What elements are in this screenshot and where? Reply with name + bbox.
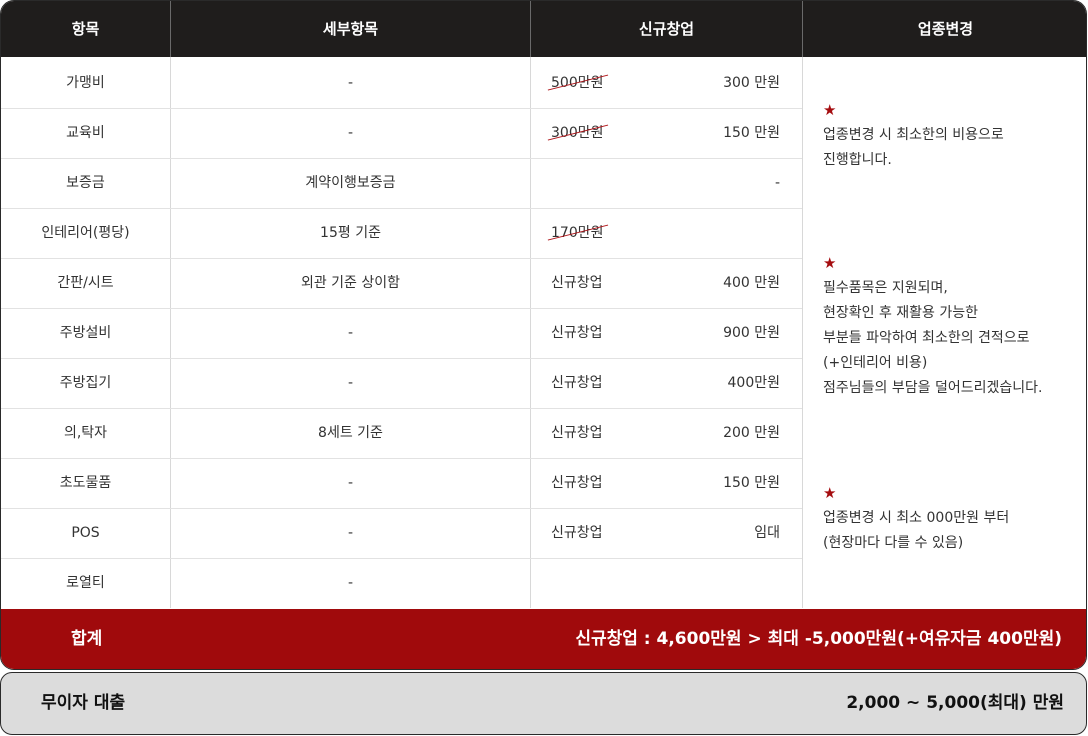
loan-row: 무이자 대출 2,000 ~ 5,000(최대) 만원 <box>0 672 1087 735</box>
star-icon: ★ <box>823 101 837 119</box>
table-row: 로열티 - <box>1 558 802 608</box>
table-row: 가맹비 - 500만원 300 만원 <box>1 58 802 108</box>
item-cell: 보증금 <box>66 175 105 191</box>
original-price-cell: 300만원 <box>551 108 603 158</box>
detail-cell: - <box>347 75 354 91</box>
header-new-startup: 신규창업 <box>638 20 695 38</box>
struck-price: 170만원 <box>551 225 604 241</box>
table-header: 항목 세부항목 신규창업 업종변경 <box>1 1 1086 57</box>
note-line: 필수품목은 지원되며, <box>823 280 948 296</box>
note-line: 업종변경 시 최소한의 비용으로 <box>823 127 1004 143</box>
row-divider <box>1 558 802 559</box>
note-line: 점주님들의 부담을 덜어드리겠습니다. <box>823 380 1043 396</box>
row-divider <box>1 408 802 409</box>
note-line: 현장확인 후 재활용 가능한 <box>823 305 979 321</box>
item-cell: 간판/시트 <box>57 275 114 291</box>
startup-type-cell: 신규창업 <box>551 308 603 358</box>
header-detail: 세부항목 <box>322 20 379 38</box>
loan-value: 2,000 ~ 5,000(최대) 만원 <box>846 693 1064 713</box>
row-divider <box>1 308 802 309</box>
price-cell: 150 만원 <box>723 475 780 491</box>
startup-type-cell: 신규창업 <box>551 508 603 558</box>
note-line: 업종변경 시 최소 000만원 부터 <box>823 510 1010 526</box>
startup-type-cell: 신규창업 <box>551 358 603 408</box>
startup-type-label: 신규창업 <box>551 375 603 391</box>
startup-type-label: 신규창업 <box>551 525 603 541</box>
original-price-cell: 500만원 <box>551 58 603 108</box>
detail-cell: - <box>347 575 354 591</box>
star-icon: ★ <box>823 254 837 272</box>
item-cell: 의,탁자 <box>63 425 108 441</box>
row-divider <box>1 358 802 359</box>
note-line: 진행합니다. <box>823 152 892 168</box>
detail-cell: - <box>347 125 354 141</box>
loan-label: 무이자 대출 <box>41 693 126 713</box>
item-cell: POS <box>71 525 100 541</box>
table-row: 교육비 - 300만원 150 만원 <box>1 108 802 158</box>
table-row: 보증금 계약이행보증금 - <box>1 158 802 208</box>
item-cell: 초도물품 <box>59 475 112 491</box>
price-cell: 200 만원 <box>723 425 780 441</box>
item-cell: 주방설비 <box>59 325 112 341</box>
startup-type-cell: 신규창업 <box>551 408 603 458</box>
table-row: POS - 신규창업 임대 <box>1 508 802 558</box>
startup-type-cell: 신규창업 <box>551 458 603 508</box>
row-divider <box>1 208 802 209</box>
startup-type-label: 신규창업 <box>551 325 603 341</box>
conversion-note-2: ★ 필수품목은 지원되며, 현장확인 후 재활용 가능한 부분들 파악하여 최소… <box>823 251 1042 401</box>
detail-cell: - <box>347 475 354 491</box>
detail-cell: 8세트 기준 <box>318 425 383 441</box>
star-icon: ★ <box>823 484 837 502</box>
row-divider <box>1 508 802 509</box>
table-row: 인테리어(평당) 15평 기준 170만원 <box>1 208 802 258</box>
detail-cell: 계약이행보증금 <box>305 175 396 191</box>
detail-cell: - <box>347 325 354 341</box>
row-divider <box>1 258 802 259</box>
detail-cell: 15평 기준 <box>320 225 381 241</box>
table-row: 의,탁자 8세트 기준 신규창업 200 만원 <box>1 408 802 458</box>
price-cell: - <box>774 175 780 191</box>
detail-cell: - <box>347 525 354 541</box>
startup-type-cell: 신규창업 <box>551 258 603 308</box>
startup-type-label: 신규창업 <box>551 425 603 441</box>
price-cell: 400 만원 <box>723 275 780 291</box>
row-divider <box>1 158 802 159</box>
note-line: (+인테리어 비용) <box>823 355 928 371</box>
detail-cell: - <box>347 375 354 391</box>
item-cell: 로열티 <box>66 575 105 591</box>
detail-cell: 외관 기준 상이함 <box>300 275 401 291</box>
item-cell: 교육비 <box>66 125 105 141</box>
conversion-note-3: ★ 업종변경 시 최소 000만원 부터 (현장마다 다를 수 있음) <box>823 481 1009 556</box>
price-cell: 900 만원 <box>723 325 780 341</box>
note-line: (현장마다 다를 수 있음) <box>823 535 964 551</box>
item-cell: 가맹비 <box>66 75 105 91</box>
table-row: 주방집기 - 신규창업 400만원 <box>1 358 802 408</box>
total-value: 신규창업 : 4,600만원 > 최대 -5,000만원(+여유자금 400만원… <box>575 629 1062 649</box>
conversion-note-1: ★ 업종변경 시 최소한의 비용으로 진행합니다. <box>823 98 1004 173</box>
price-cell: 400만원 <box>727 375 780 391</box>
price-cell: 임대 <box>754 525 780 541</box>
item-cell: 인테리어(평당) <box>41 225 130 241</box>
column-divider <box>802 57 803 608</box>
cost-table: 항목 세부항목 신규창업 업종변경 가맹비 - 500만원 300 만원교육비 - 300… <box>0 0 1087 670</box>
item-cell: 주방집기 <box>59 375 112 391</box>
row-divider <box>1 108 802 109</box>
row-divider <box>1 458 802 459</box>
table-row: 초도물품 - 신규창업 150 만원 <box>1 458 802 508</box>
table-row: 주방설비 - 신규창업 900 만원 <box>1 308 802 358</box>
table-row: 간판/시트 외관 기준 상이함 신규창업 400 만원 <box>1 258 802 308</box>
header-conversion: 업종변경 <box>917 20 974 38</box>
total-label: 합계 <box>71 629 103 649</box>
struck-price: 500만원 <box>551 75 604 91</box>
price-cell: 300 만원 <box>723 75 780 91</box>
price-cell: 150 만원 <box>723 125 780 141</box>
total-row: 합계 신규창업 : 4,600만원 > 최대 -5,000만원(+여유자금 40… <box>1 609 1086 669</box>
original-price-cell: 170만원 <box>551 208 603 258</box>
struck-price: 300만원 <box>551 125 604 141</box>
startup-type-label: 신규창업 <box>551 475 603 491</box>
note-line: 부분들 파악하여 최소한의 견적으로 <box>823 330 1030 346</box>
header-item: 항목 <box>71 20 100 38</box>
startup-type-label: 신규창업 <box>551 275 603 291</box>
